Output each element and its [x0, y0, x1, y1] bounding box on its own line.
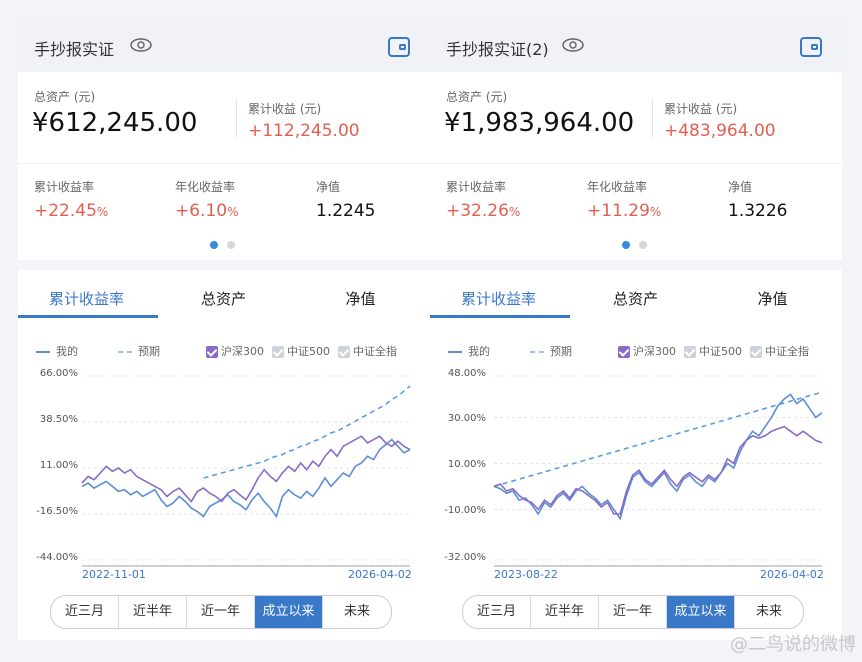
series-line-我的	[81, 438, 411, 519]
portfolio-card: 手抄报实证(2) 总资产 (元) ¥1,983,964.00 累计收益 (元) …	[430, 20, 842, 640]
legend-zzqz[interactable]: 中证全指	[338, 343, 397, 359]
x-start-date: 2023-08-22	[494, 568, 558, 581]
cum-rate-value: +22.45%	[34, 201, 109, 221]
cum-rate-value: +32.26%	[446, 201, 521, 221]
range-1y-button[interactable]: 近一年	[599, 596, 667, 628]
page-dot[interactable]	[227, 241, 235, 249]
series-line-沪深300	[493, 425, 823, 515]
range-3m-button[interactable]: 近三月	[463, 596, 531, 628]
cum-income-value: +112,245.00	[248, 121, 360, 141]
x-end-date: 2026-04-02	[348, 568, 412, 581]
legend-hs300[interactable]: 沪深300	[206, 343, 264, 359]
range-future-button[interactable]: 未来	[735, 596, 803, 628]
total-assets-label: 总资产 (元)	[34, 90, 96, 104]
cum-income-label: 累计收益 (元)	[664, 102, 738, 116]
ann-rate-label: 年化收益率	[175, 180, 236, 194]
cum-rate-label: 累计收益率	[34, 180, 95, 194]
checkbox-checked-icon	[338, 346, 350, 358]
divider	[652, 98, 653, 138]
divider	[430, 260, 842, 270]
cum-income-label: 累计收益 (元)	[248, 102, 322, 116]
card-title: 手抄报实证	[34, 40, 115, 59]
page-dot[interactable]	[639, 241, 647, 249]
divider	[236, 98, 237, 138]
eye-icon[interactable]	[130, 38, 152, 52]
return-chart[interactable]	[18, 370, 430, 570]
series-line-预期	[493, 391, 823, 488]
legend-expected[interactable]: 预期	[118, 343, 160, 359]
legend-zz500[interactable]: 中证500	[272, 343, 330, 359]
range-selector: 近三月 近半年 近一年 成立以来 未来	[462, 595, 804, 629]
tab-indicator	[430, 315, 570, 318]
wallet-icon[interactable]	[388, 37, 410, 57]
card-title: 手抄报实证(2)	[446, 40, 549, 59]
range-selector: 近三月 近半年 近一年 成立以来 未来	[50, 595, 392, 629]
range-since-inception-button[interactable]: 成立以来	[255, 596, 323, 628]
total-assets-value: ¥1,983,964.00	[444, 108, 635, 138]
eye-icon[interactable]	[562, 38, 584, 52]
legend-expected[interactable]: 预期	[530, 343, 572, 359]
nav-value: 1.2245	[316, 201, 376, 221]
legend-zz500[interactable]: 中证500	[684, 343, 742, 359]
total-assets-label: 总资产 (元)	[446, 90, 508, 104]
range-since-inception-button[interactable]: 成立以来	[667, 596, 735, 628]
series-line-沪深300	[81, 435, 411, 503]
cum-income-value: +483,964.00	[664, 121, 776, 141]
nav-value: 1.3226	[728, 201, 788, 221]
legend-mine[interactable]: 我的	[36, 343, 78, 359]
tab-total-assets[interactable]: 总资产	[155, 288, 292, 309]
tab-indicator	[18, 315, 158, 318]
page-dot-active[interactable]	[622, 241, 630, 249]
legend-zzqz[interactable]: 中证全指	[750, 343, 809, 359]
series-line-我的	[493, 393, 823, 521]
card-header: 手抄报实证	[18, 20, 430, 72]
legend-hs300[interactable]: 沪深300	[618, 343, 676, 359]
tab-cum-rate[interactable]: 累计收益率	[430, 288, 567, 309]
nav-label: 净值	[316, 180, 341, 194]
range-6m-button[interactable]: 近半年	[119, 596, 187, 628]
legend-mine[interactable]: 我的	[448, 343, 490, 359]
checkbox-checked-icon	[272, 346, 284, 358]
tab-cum-rate[interactable]: 累计收益率	[18, 288, 155, 309]
total-assets-value: ¥612,245.00	[32, 108, 198, 138]
range-future-button[interactable]: 未来	[323, 596, 391, 628]
ann-rate-label: 年化收益率	[587, 180, 648, 194]
x-end-date: 2026-04-02	[760, 568, 824, 581]
checkbox-checked-icon	[618, 346, 630, 358]
series-line-预期	[203, 385, 411, 479]
wallet-icon[interactable]	[800, 37, 822, 57]
range-6m-button[interactable]: 近半年	[531, 596, 599, 628]
ann-rate-value: +11.29%	[587, 201, 662, 221]
page-dot-active[interactable]	[210, 241, 218, 249]
checkbox-checked-icon	[206, 346, 218, 358]
ann-rate-value: +6.10%	[175, 201, 239, 221]
nav-label: 净值	[728, 180, 753, 194]
divider	[18, 260, 430, 270]
checkbox-checked-icon	[684, 346, 696, 358]
x-start-date: 2022-11-01	[82, 568, 146, 581]
range-1y-button[interactable]: 近一年	[187, 596, 255, 628]
divider	[430, 163, 842, 164]
return-chart[interactable]	[430, 370, 842, 570]
card-header: 手抄报实证(2)	[430, 20, 842, 72]
tab-total-assets[interactable]: 总资产	[567, 288, 704, 309]
portfolio-card: 手抄报实证 总资产 (元) ¥612,245.00 累计收益 (元) +112,…	[18, 20, 430, 640]
cum-rate-label: 累计收益率	[446, 180, 507, 194]
checkbox-checked-icon	[750, 346, 762, 358]
tab-nav[interactable]: 净值	[292, 288, 429, 309]
divider	[18, 163, 430, 164]
tab-nav[interactable]: 净值	[704, 288, 841, 309]
watermark: @二鸟说的微博	[730, 634, 856, 655]
range-3m-button[interactable]: 近三月	[51, 596, 119, 628]
